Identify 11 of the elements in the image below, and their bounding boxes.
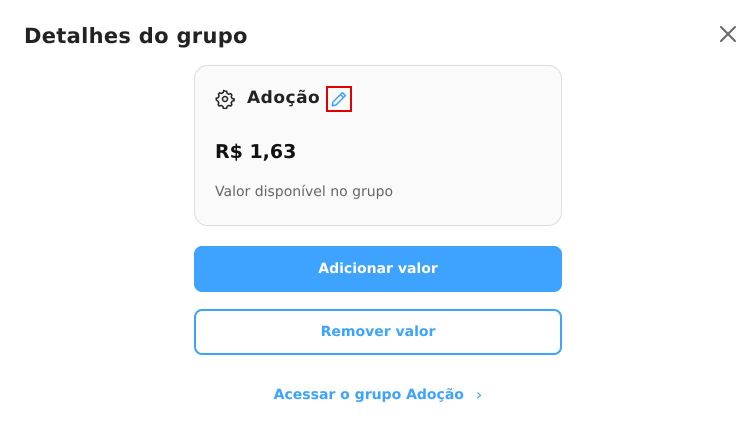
edit-icon[interactable]	[328, 88, 350, 110]
chevron-icon: ›	[476, 383, 482, 408]
group-name: Adoção	[247, 87, 320, 110]
amount-value: R$ 1,63	[215, 140, 298, 165]
add-value-button[interactable]: Adicionar valor	[194, 246, 562, 292]
settings-icon	[215, 88, 235, 109]
group-link[interactable]: Acessar o grupo Adoção	[274, 384, 464, 406]
amount-caption: Valor disponível no grupo	[215, 183, 394, 202]
close-icon[interactable]	[718, 24, 738, 44]
dialog-title: Detalhes do grupo	[24, 24, 248, 50]
remove-value-button[interactable]: Remover valor	[194, 309, 562, 356]
